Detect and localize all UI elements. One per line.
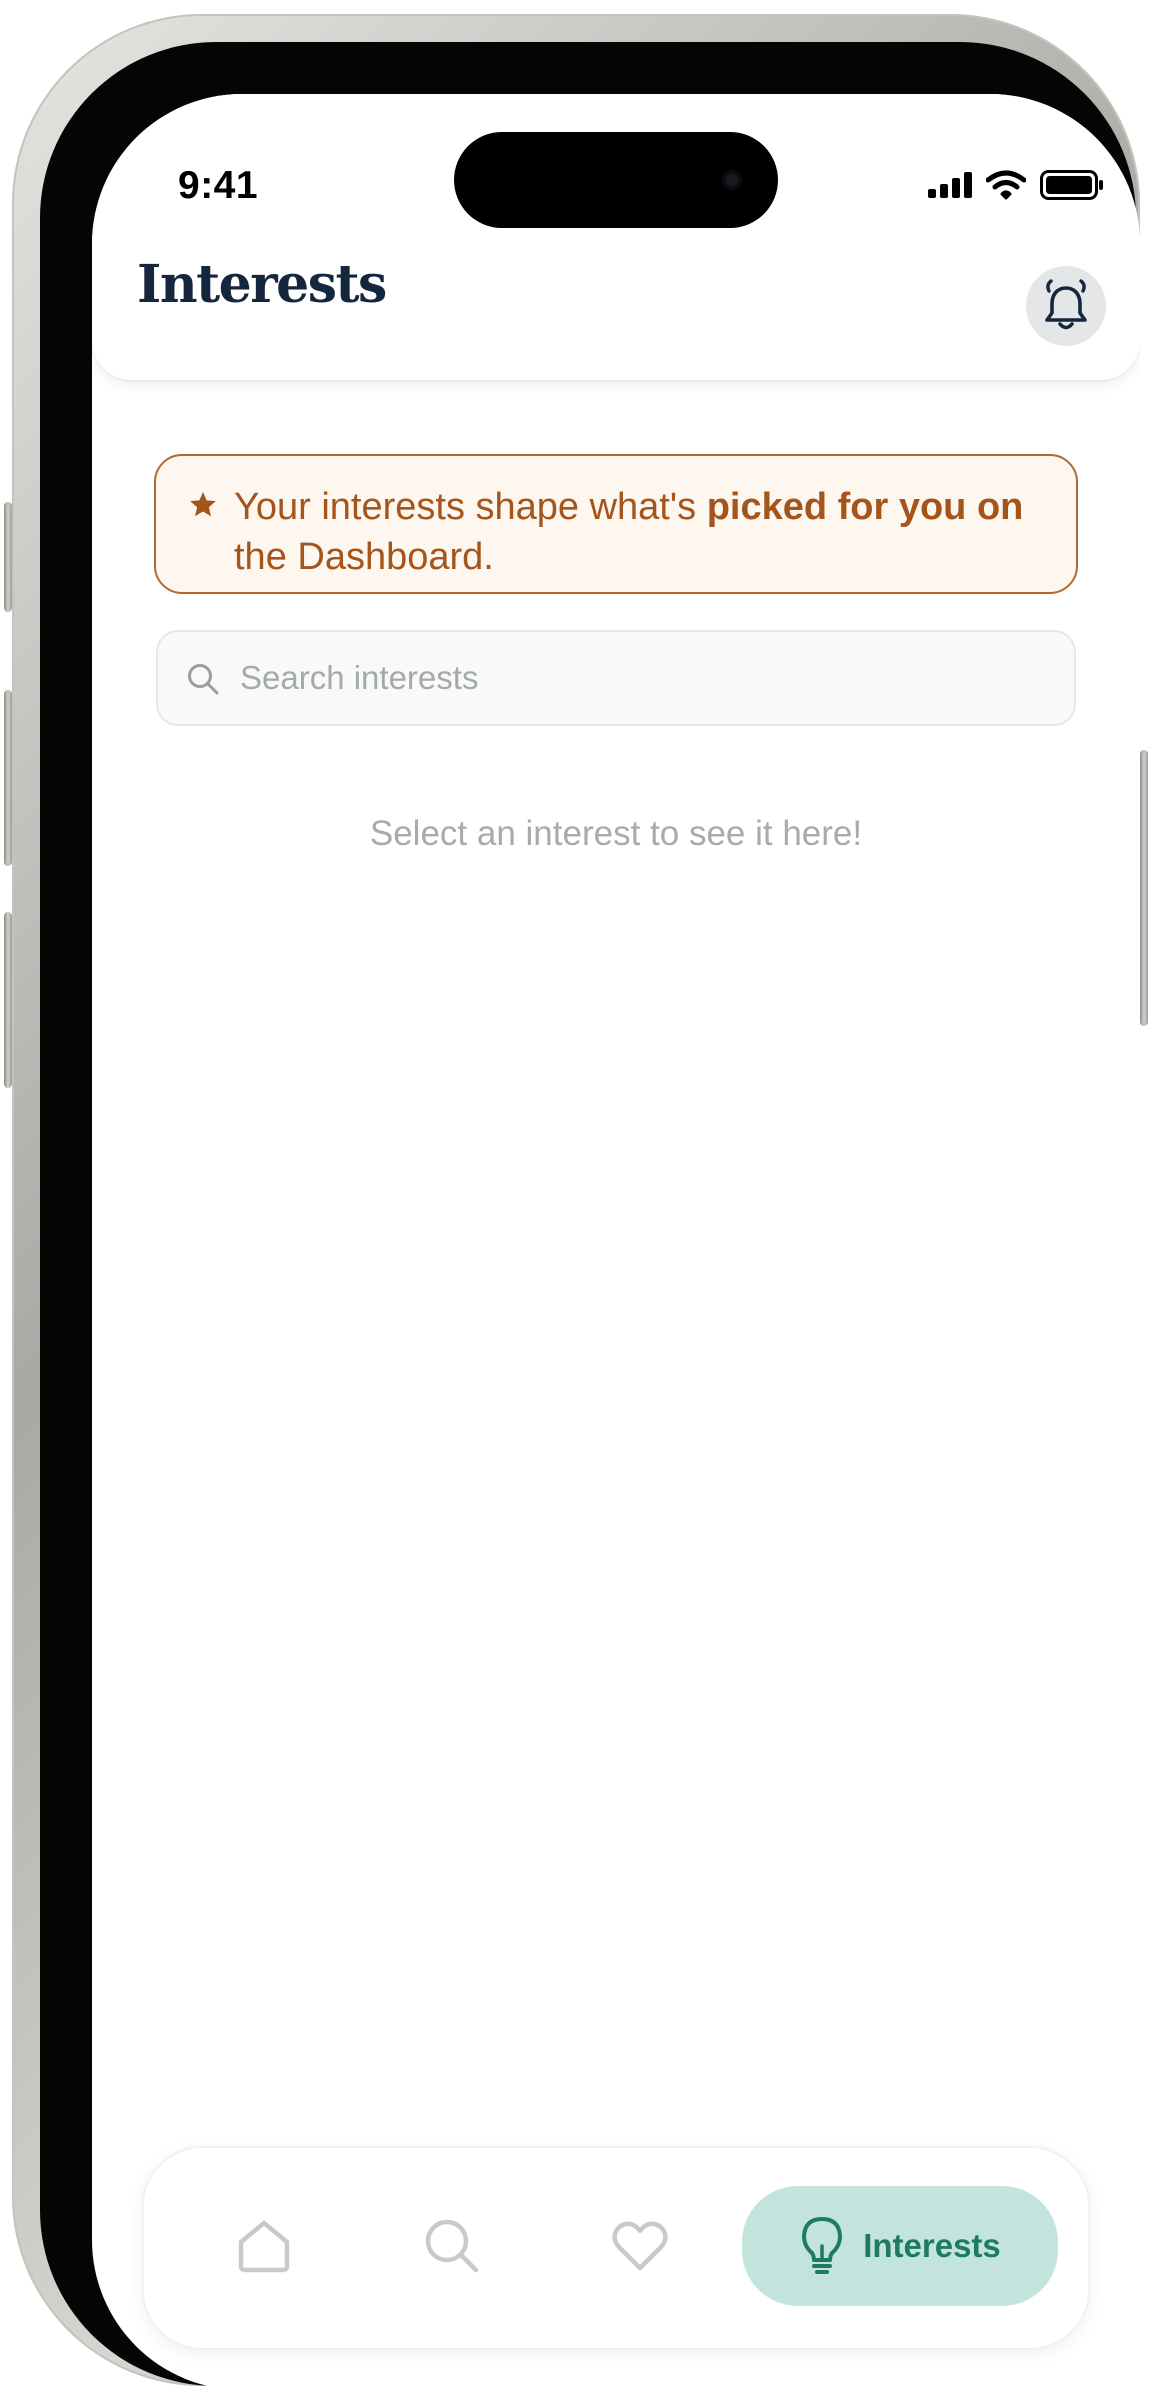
search-box[interactable] bbox=[156, 630, 1076, 726]
camera-icon bbox=[722, 170, 742, 190]
dynamic-island bbox=[454, 132, 778, 228]
wifi-icon bbox=[986, 170, 1026, 200]
search-input[interactable] bbox=[240, 632, 1040, 724]
notifications-button[interactable] bbox=[1026, 266, 1106, 346]
tab-favorites[interactable] bbox=[590, 2186, 690, 2306]
empty-state-text: Select an interest to see it here! bbox=[369, 814, 863, 853]
home-icon bbox=[238, 2220, 290, 2273]
star-icon bbox=[190, 491, 216, 517]
banner-text-end: the Dashboard. bbox=[234, 536, 494, 578]
volume-down-button bbox=[4, 912, 12, 1088]
search-icon bbox=[425, 2219, 479, 2273]
tab-interests[interactable]: Interests bbox=[742, 2186, 1058, 2306]
tab-home[interactable] bbox=[214, 2186, 314, 2306]
lightbulb-icon bbox=[802, 2217, 843, 2274]
phone-bezel: Interests 9:41 Your interests shape what… bbox=[40, 42, 1140, 2390]
phone-frame: Interests 9:41 Your interests shape what… bbox=[4, 14, 1148, 2390]
volume-up-button bbox=[4, 690, 12, 866]
banner-text-bold: picked for you on bbox=[706, 486, 1024, 528]
battery-icon bbox=[1040, 170, 1103, 200]
screen: Interests 9:41 Your interests shape what… bbox=[92, 94, 1140, 2390]
tab-bar: Interests bbox=[142, 2146, 1090, 2350]
action-button bbox=[4, 502, 12, 612]
search-icon bbox=[188, 664, 219, 695]
info-banner: Your interests shape what's picked for y… bbox=[154, 454, 1078, 594]
cellular-signal-icon bbox=[928, 172, 972, 198]
tab-search[interactable] bbox=[402, 2186, 502, 2306]
status-icons bbox=[928, 170, 1104, 200]
page-title: Interests bbox=[137, 254, 387, 315]
bell-icon bbox=[1045, 279, 1087, 330]
status-time: 9:41 bbox=[178, 164, 259, 207]
heart-icon bbox=[612, 2221, 668, 2271]
banner-text: Your interests shape what's bbox=[234, 486, 707, 528]
tab-interests-label: Interests bbox=[863, 2227, 1001, 2264]
power-button bbox=[1140, 750, 1148, 1026]
